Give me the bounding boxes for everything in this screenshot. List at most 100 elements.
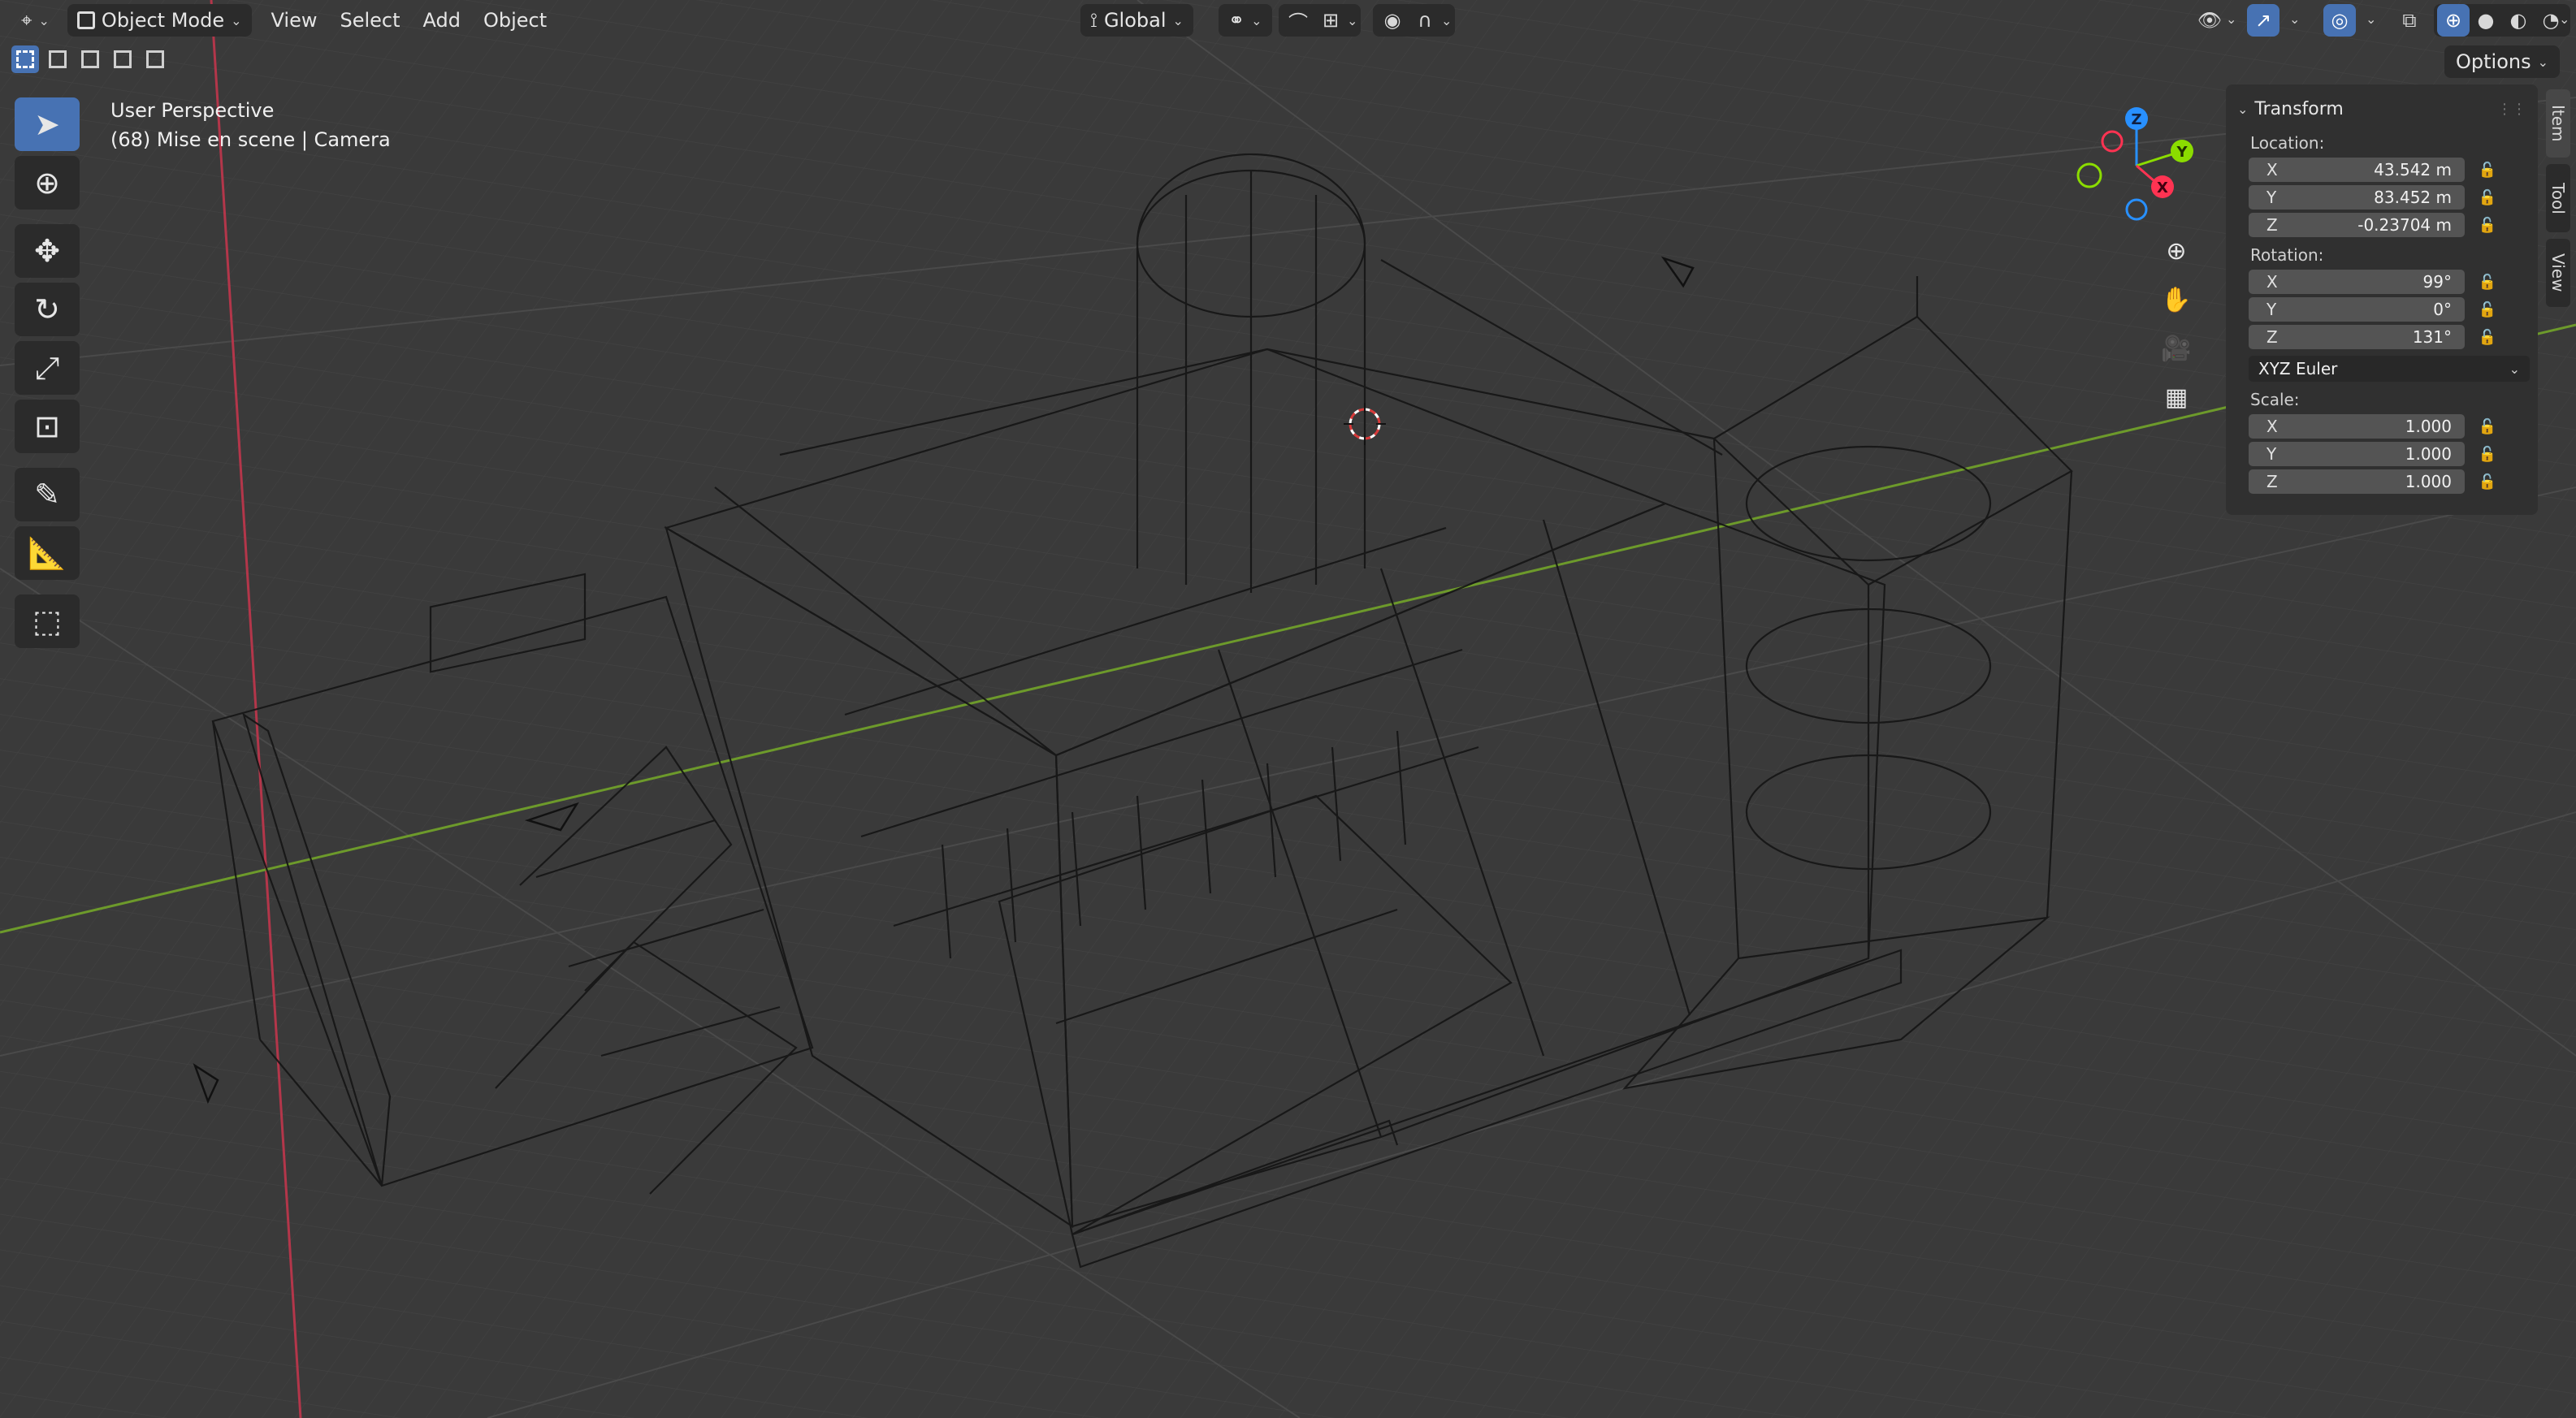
lock-icon[interactable]: 🔓: [2471, 446, 2504, 463]
scale-tool-icon[interactable]: ⤢: [15, 341, 80, 395]
transform-panel-header[interactable]: ⌄ Transform ⋮⋮: [2237, 93, 2526, 125]
proportional-edit-icon[interactable]: ◉: [1376, 4, 1409, 37]
menu-object[interactable]: Object: [472, 4, 558, 37]
pan-hand-icon[interactable]: ✋: [2156, 279, 2197, 320]
zoom-icon[interactable]: ⊕: [2156, 231, 2197, 271]
location-x-field[interactable]: X 43.542 m: [2249, 158, 2465, 182]
cursor-tool-icon[interactable]: ⊕: [15, 156, 80, 210]
navigation-controls: ⊕ ✋ 🎥 ▦: [2156, 231, 2205, 426]
lock-icon[interactable]: 🔓: [2471, 189, 2504, 206]
lock-icon[interactable]: 🔓: [2471, 301, 2504, 318]
scale-z-field[interactable]: Z 1.000: [2249, 469, 2465, 494]
pivot-point-selector[interactable]: ⚭ ⌄: [1219, 4, 1272, 37]
orientation-icon: ⟟: [1090, 9, 1098, 32]
drag-handle-icon[interactable]: ⋮⋮: [2497, 101, 2526, 118]
transform-tool-icon[interactable]: ⊡: [15, 400, 80, 453]
scale-x-row: X 1.000 🔓: [2249, 414, 2526, 439]
gizmo-x-label: X: [2157, 179, 2168, 197]
editor-type-selector[interactable]: ⌖ ⌄: [11, 4, 59, 37]
collection-info: (68) Mise en scene | Camera: [110, 128, 391, 151]
scale-label: Scale:: [2250, 390, 2300, 409]
view-name: User Perspective: [110, 99, 275, 122]
rotation-y-row: Y 0° 🔓: [2249, 297, 2526, 322]
scale-z-row: Z 1.000 🔓: [2249, 469, 2526, 494]
lock-icon[interactable]: 🔓: [2471, 473, 2504, 491]
snap-toggle-icon[interactable]: ⌒: [1282, 4, 1314, 37]
rotate-tool-icon[interactable]: ↻: [15, 283, 80, 336]
rotation-y-field[interactable]: Y 0°: [2249, 297, 2465, 322]
lock-icon[interactable]: 🔓: [2471, 329, 2504, 346]
location-y-field[interactable]: Y 83.452 m: [2249, 185, 2465, 210]
select-invert-icon[interactable]: [109, 45, 136, 73]
overlays-toggle-icon[interactable]: ◎: [2323, 4, 2356, 37]
solid-shading-icon[interactable]: ●: [2470, 4, 2502, 37]
move-tool-icon[interactable]: ✥: [15, 224, 80, 278]
chevron-down-icon: ⌄: [1172, 12, 1184, 28]
select-new-icon[interactable]: [11, 45, 39, 73]
add-cube-tool-icon[interactable]: ⬚: [15, 594, 80, 648]
sidebar-tabs: Item Tool View: [2546, 89, 2570, 313]
navigation-gizmo[interactable]: Z Y X: [2063, 101, 2210, 231]
options-label: Options: [2455, 50, 2531, 73]
select-intersect-icon[interactable]: [141, 45, 169, 73]
mode-selector[interactable]: Object Mode ⌄: [67, 4, 252, 37]
snap-target-icon[interactable]: ⊞: [1314, 4, 1347, 37]
options-button[interactable]: Options ⌄: [2444, 45, 2560, 78]
menu-view[interactable]: View: [260, 4, 329, 37]
rotation-z-field[interactable]: Z 131°: [2249, 325, 2465, 349]
select-extend-icon[interactable]: [44, 45, 71, 73]
menu-select[interactable]: Select: [328, 4, 411, 37]
chevron-down-icon[interactable]: ⌄: [1441, 13, 1452, 28]
chevron-down-icon[interactable]: ⌄: [2289, 11, 2300, 27]
lock-icon[interactable]: 🔓: [2471, 418, 2504, 435]
scale-y-field[interactable]: Y 1.000: [2249, 442, 2465, 466]
shading-modes: ⊕ ● ◐ ◔: [2434, 4, 2570, 37]
tool-shelf: ➤ ⊕ ✥ ↻ ⤢ ⊡ ✎ 📐 ⬚: [15, 97, 80, 653]
panel-title: Transform: [2254, 98, 2344, 119]
rotation-mode-value: XYZ Euler: [2258, 359, 2338, 378]
gizmo-y-label: Y: [2176, 144, 2188, 161]
rotation-z-row: Z 131° 🔓: [2249, 325, 2526, 349]
location-y-row: Y 83.452 m 🔓: [2249, 185, 2526, 210]
falloff-icon[interactable]: ∩: [1409, 4, 1441, 37]
tab-tool[interactable]: Tool: [2546, 164, 2570, 232]
rotation-mode-select[interactable]: XYZ Euler ⌄: [2249, 356, 2530, 382]
gizmo-z-label: Z: [2131, 111, 2141, 128]
ortho-grid-icon[interactable]: ▦: [2156, 377, 2197, 417]
pivot-icon: ⚭: [1228, 9, 1245, 32]
material-shading-icon[interactable]: ◐: [2502, 4, 2535, 37]
wireframe-shading-icon[interactable]: ⊕: [2437, 4, 2470, 37]
chevron-down-icon[interactable]: ⌄: [2366, 11, 2376, 27]
select-subtract-icon[interactable]: [76, 45, 104, 73]
measure-tool-icon[interactable]: 📐: [15, 526, 80, 580]
transform-orientation-selector[interactable]: ⟟ Global ⌄: [1080, 4, 1193, 37]
camera-view-icon[interactable]: 🎥: [2156, 328, 2197, 369]
menu-add[interactable]: Add: [412, 4, 472, 37]
gizmo-toggle-icon[interactable]: ↗: [2247, 4, 2279, 37]
selection-mode-buttons: [11, 45, 169, 73]
tab-item[interactable]: Item: [2546, 89, 2570, 158]
proportional-edit-group: ◉ ∩ ⌄: [1373, 4, 1456, 37]
location-z-field[interactable]: Z -0.23704 m: [2249, 213, 2465, 237]
chevron-down-icon[interactable]: ⌄: [2226, 11, 2236, 27]
lock-icon[interactable]: 🔓: [2471, 274, 2504, 291]
location-label: Location:: [2250, 133, 2325, 153]
object-mode-icon: [76, 11, 95, 29]
location-z-row: Z -0.23704 m 🔓: [2249, 213, 2526, 237]
lock-icon[interactable]: 🔓: [2471, 217, 2504, 234]
lock-icon[interactable]: 🔓: [2471, 162, 2504, 179]
rotation-x-field[interactable]: X 99°: [2249, 270, 2465, 294]
chevron-down-icon[interactable]: ⌄: [2559, 11, 2570, 27]
sidebar-transform-panel: ⌄ Transform ⋮⋮ Location: X 43.542 m 🔓 Y 83…: [2226, 84, 2538, 515]
chevron-down-icon: ⌄: [2509, 361, 2520, 377]
scale-x-field[interactable]: X 1.000: [2249, 414, 2465, 439]
chevron-down-icon: ⌄: [38, 12, 50, 28]
viewport-header: ⌖ ⌄ Object Mode ⌄ View Select Add Object …: [0, 0, 2576, 41]
visibility-icon[interactable]: 👁: [2193, 4, 2226, 37]
chevron-down-icon: ⌄: [2537, 54, 2548, 70]
select-box-tool-icon[interactable]: ➤: [15, 97, 80, 151]
chevron-down-icon[interactable]: ⌄: [1347, 13, 1357, 28]
annotate-tool-icon[interactable]: ✎: [15, 468, 80, 521]
xray-toggle-icon[interactable]: ⧉: [2393, 4, 2426, 37]
tab-view[interactable]: View: [2546, 239, 2570, 307]
